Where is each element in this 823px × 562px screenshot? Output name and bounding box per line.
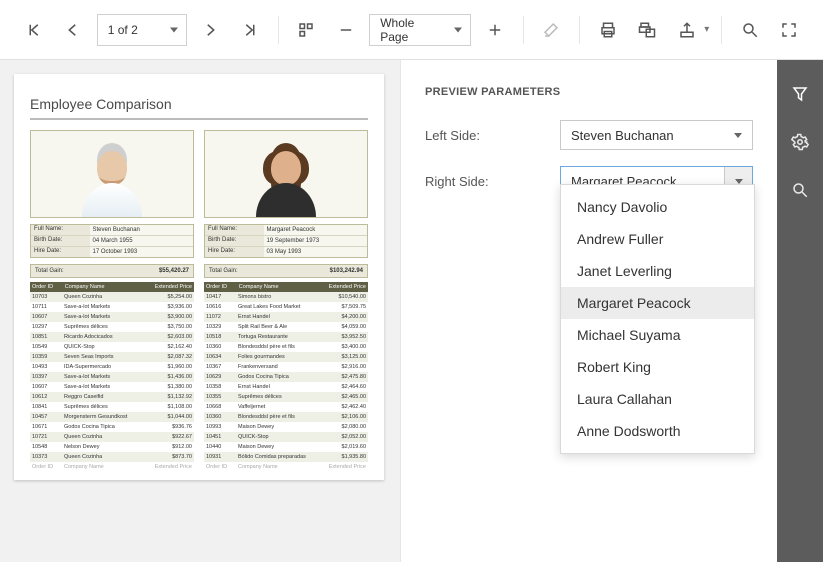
table-row: 10440Maison Dewey$2,019.60 — [204, 442, 368, 452]
toolbar: 1 of 2 Whole Page ▾ — [0, 0, 823, 60]
table-row: 11072Ernst Handel$4,200.00 — [204, 312, 368, 322]
dropdown-option[interactable]: Nancy Davolio — [561, 191, 754, 223]
table-row: 10297Suprêmes délices$3,750.00 — [30, 322, 194, 332]
zoom-select[interactable]: Whole Page — [369, 14, 471, 46]
table-row: 10359Seven Seas Imports$2,087.32 — [30, 352, 194, 362]
table-row: 10851Ricardo Adocicados$2,603.00 — [30, 332, 194, 342]
export-button[interactable] — [671, 14, 702, 46]
table-row: 10493IDA-Supermercado$1,960.00 — [30, 362, 194, 372]
table-row: 10993Maison Dewey$2,080.00 — [204, 422, 368, 432]
table-row: 10668Vaffeljernet$2,462.40 — [204, 402, 368, 412]
total-gain: Total Gain:$55,420.27 — [30, 264, 194, 278]
table-row: 10397Save-a-lot Markets$1,436.00 — [30, 372, 194, 382]
left-side-select[interactable]: Steven Buchanan — [560, 120, 753, 150]
search-button[interactable] — [734, 14, 765, 46]
param-row-left: Left Side: Steven Buchanan — [425, 120, 753, 150]
print-page-button[interactable] — [631, 14, 662, 46]
page-select[interactable]: 1 of 2 — [97, 14, 187, 46]
dropdown-option[interactable]: Andrew Fuller — [561, 223, 754, 255]
table-row: 10634Folies gourmandes$3,125.00 — [204, 352, 368, 362]
report-page: Employee Comparison Full Name:Steven Buc… — [14, 74, 384, 480]
left-employee-column: Full Name:Steven Buchanan Birth Date:04 … — [30, 130, 194, 472]
table-row: 10355Suprêmes délices$2,465.00 — [204, 392, 368, 402]
table-row: 10360Blondesddsl père et fils$2,106.00 — [204, 412, 368, 422]
table-header: Order ID Company Name Extended Price — [204, 282, 368, 292]
comparison-columns: Full Name:Steven Buchanan Birth Date:04 … — [30, 130, 368, 472]
search-tab-button[interactable] — [790, 180, 810, 200]
separator — [523, 16, 524, 44]
table-row: 10616Great Lakes Food Market$7,509.75 — [204, 302, 368, 312]
separator — [278, 16, 279, 44]
page-indicator: 1 of 2 — [108, 23, 138, 37]
table-row: 10548Nelson Dewey$912.00 — [30, 442, 194, 452]
employee-photo — [30, 130, 194, 218]
separator — [579, 16, 580, 44]
chevron-down-icon — [724, 121, 752, 149]
dropdown-option[interactable]: Laura Callahan — [561, 383, 754, 415]
table-row: 10360Blondesddsl père et fils$3,400.00 — [204, 342, 368, 352]
param-label: Left Side: — [425, 128, 560, 143]
zoom-in-button[interactable] — [479, 14, 510, 46]
table-row: 10629Godos Cocina Tipica$2,475.80 — [204, 372, 368, 382]
select-value: Steven Buchanan — [571, 128, 674, 143]
print-button[interactable] — [592, 14, 623, 46]
table-row: 10703Queen Cozinha$5,254.00 — [30, 292, 194, 302]
param-label: Right Side: — [425, 174, 560, 189]
first-page-button[interactable] — [18, 14, 49, 46]
table-row: 10373Queen Cozinha$873.70 — [30, 452, 194, 462]
multipage-button[interactable] — [290, 14, 321, 46]
dropdown-option[interactable]: Margaret Peacock — [561, 287, 754, 319]
table-row: 10931Bólido Comidas preparadas$1,935.80 — [204, 452, 368, 462]
employee-info: Full Name:Margaret Peacock Birth Date:19… — [204, 224, 368, 258]
dropdown-option[interactable]: Robert King — [561, 351, 754, 383]
employee-info: Full Name:Steven Buchanan Birth Date:04 … — [30, 224, 194, 258]
parameters-panel: PREVIEW PARAMETERS Left Side: Steven Buc… — [400, 60, 777, 562]
table-row: 10721Queen Cozinha$922.67 — [30, 432, 194, 442]
table-row: 10358Ernst Handel$2,464.60 — [204, 382, 368, 392]
employee-photo — [204, 130, 368, 218]
report-title: Employee Comparison — [30, 96, 368, 120]
table-row: 10607Save-a-lot Markets$3,900.00 — [30, 312, 194, 322]
last-page-button[interactable] — [234, 14, 265, 46]
prev-page-button[interactable] — [57, 14, 88, 46]
dropdown-option[interactable]: Janet Leverling — [561, 255, 754, 287]
table-row: 10671Godos Cocina Tipica$936.76 — [30, 422, 194, 432]
separator — [721, 16, 722, 44]
right-employee-column: Full Name:Margaret Peacock Birth Date:19… — [204, 130, 368, 472]
table-footer: Order ID Company Name Extended Price — [204, 462, 368, 472]
workspace: Employee Comparison Full Name:Steven Buc… — [0, 60, 823, 562]
dropdown-option[interactable]: Anne Dodsworth — [561, 415, 754, 447]
parameters-heading: PREVIEW PARAMETERS — [425, 86, 753, 98]
table-row: 10367Frankenversand$2,916.00 — [204, 362, 368, 372]
table-row: 10518Tortuga Restaurante$3,952.50 — [204, 332, 368, 342]
document-preview-area[interactable]: Employee Comparison Full Name:Steven Buc… — [0, 60, 400, 562]
table-row: 10451QUICK-Stop$2,052.00 — [204, 432, 368, 442]
export-options-tab-button[interactable] — [790, 132, 810, 152]
table-footer: Order ID Company Name Extended Price — [30, 462, 194, 472]
table-header: Order ID Company Name Extended Price — [30, 282, 194, 292]
zoom-mode: Whole Page — [380, 16, 444, 44]
total-gain: Total Gain:$103,242.94 — [204, 264, 368, 278]
parameters-tab-button[interactable] — [790, 84, 810, 104]
dropdown-option[interactable]: Michael Suyama — [561, 319, 754, 351]
table-row: 10457Morgensterm Gesundkost$1,044.00 — [30, 412, 194, 422]
right-side-dropdown: Nancy DavolioAndrew FullerJanet Leverlin… — [560, 184, 755, 454]
table-row: 10329Split Rail Beer & Ale$4,059.00 — [204, 322, 368, 332]
table-row: 10612Reggro Caseifid$1,132.92 — [30, 392, 194, 402]
highlight-editing-button[interactable] — [536, 14, 567, 46]
table-row: 10417Simons bistro$10,540.00 — [204, 292, 368, 302]
side-rail — [777, 60, 823, 562]
table-row: 10607Save-a-lot Markets$1,380.00 — [30, 382, 194, 392]
export-caret-icon: ▾ — [704, 24, 709, 35]
next-page-button[interactable] — [195, 14, 226, 46]
table-row: 10841Suprêmes délices$1,108.00 — [30, 402, 194, 412]
table-row: 10549QUICK-Stop$2,162.40 — [30, 342, 194, 352]
fullscreen-button[interactable] — [774, 14, 805, 46]
table-row: 10711Save-a-lot Markets$3,936.00 — [30, 302, 194, 312]
zoom-out-button[interactable] — [330, 14, 361, 46]
